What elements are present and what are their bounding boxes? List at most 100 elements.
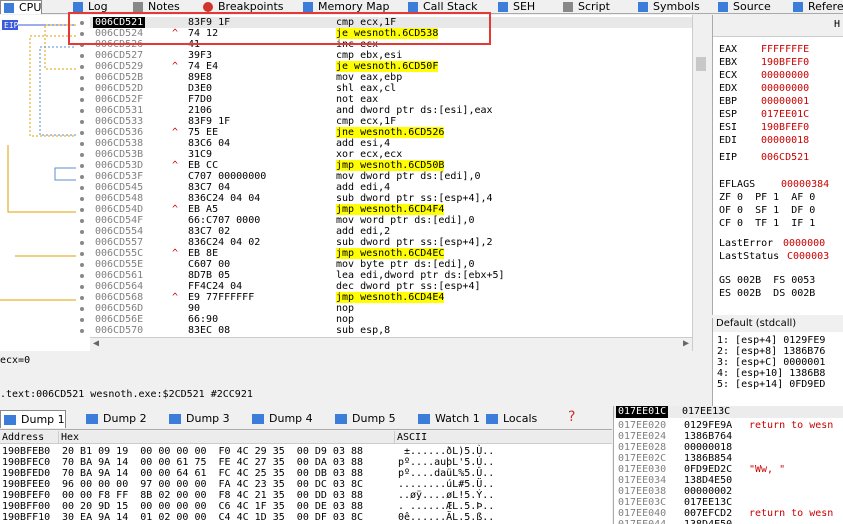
disasm-row[interactable]: 006CD56D 90 nop (90, 303, 692, 314)
tab-source[interactable]: Source (715, 0, 771, 14)
stack-value[interactable]: 00000002 (684, 486, 732, 497)
register-name[interactable]: EBX (719, 56, 737, 69)
breakpoint-dot[interactable] (80, 296, 84, 300)
register-value[interactable]: 00000018 (761, 134, 809, 147)
dump-ascii[interactable]: . ......ÆL.5.Þ.. (398, 501, 494, 512)
register-value[interactable]: 00000000 (761, 82, 809, 95)
call-argument-row[interactable]: 2: [esp+8] 1386B76 (717, 346, 825, 357)
register-value[interactable]: 006CD521 (761, 151, 809, 164)
dump-tab-dump-5[interactable]: Dump 5 (332, 410, 396, 428)
tab-symbols[interactable]: Symbols (635, 0, 700, 14)
breakpoint-dot[interactable] (80, 65, 84, 69)
register-name[interactable]: ECX (719, 69, 737, 82)
disasm-row[interactable]: 006CD545 83C7 04 add edi,4 (90, 182, 692, 193)
breakpoint-dot[interactable] (80, 142, 84, 146)
tab-cpu[interactable]: CPU (0, 0, 43, 14)
disasm-row[interactable]: 006CD564 FF4C24 04 dec dword ptr ss:[esp+4… (90, 281, 692, 292)
breakpoint-dot[interactable] (80, 241, 84, 245)
stack-value[interactable]: 007EFCD2 (684, 508, 732, 519)
breakpoint-dot[interactable] (80, 131, 84, 135)
breakpoint-dot[interactable] (80, 175, 84, 179)
dump-address[interactable]: 190BFEE0 (2, 479, 50, 490)
dump-hex-bytes[interactable]: 70 BA 9A 14 00 00 64 61 FC 4C 25 35 00 D… (62, 468, 363, 479)
register-value[interactable]: 190BFEF0 (761, 121, 809, 134)
disasm-row[interactable]: 006CD557 836C24 04 02 sub dword ptr ss:[es… (90, 237, 692, 248)
stack-value[interactable]: 0FD9ED2C (684, 464, 732, 475)
register-name[interactable]: EDX (719, 82, 737, 95)
dump-ascii[interactable]: ±......ðL)5.Ù.. (398, 446, 494, 457)
dump-address[interactable]: 190BFEF0 (2, 490, 50, 501)
register-value[interactable]: 0000000 (783, 237, 825, 250)
stack-view[interactable]: 017EE01C 017EE13C 017EE020 0129FE9A return… (613, 406, 843, 524)
stack-address[interactable]: 017EE03C (618, 497, 666, 508)
stack-address[interactable]: 017EE030 (618, 464, 666, 475)
stack-value[interactable]: 00000018 (684, 442, 732, 453)
stack-value[interactable]: 138D4E50 (684, 475, 732, 486)
breakpoint-dot[interactable] (80, 120, 84, 124)
breakpoint-dot[interactable] (80, 208, 84, 212)
disasm-row[interactable]: 006CD55E C607 00 mov byte ptr ds:[edi],0 (90, 259, 692, 270)
scroll-thumb[interactable] (696, 57, 706, 71)
stack-address[interactable]: 017EE02C (618, 453, 666, 464)
dump-ascii[interactable]: 0ê......ÄL.5.ß.. (398, 512, 494, 523)
register-name[interactable]: LastStatus (719, 250, 779, 263)
breakpoint-dot[interactable] (80, 263, 84, 267)
disasm-vertical-scrollbar[interactable] (692, 15, 709, 351)
register-name[interactable]: EDI (719, 134, 737, 147)
disasm-row[interactable]: 006CD54F 66:C707 0000 mov word ptr ds:[edi… (90, 215, 692, 226)
dump-hex-bytes[interactable]: 96 00 00 00 97 00 00 00 FA 4C 23 35 00 D… (62, 479, 363, 490)
stack-address[interactable]: 017EE020 (618, 420, 666, 431)
register-value[interactable]: 00000000 (761, 69, 809, 82)
dump-address[interactable]: 190BFF10 (2, 512, 50, 523)
segment-row[interactable]: ES 002B DS 002B (719, 287, 815, 300)
dump-ascii[interactable]: pº....auþL'5.Ú.. (398, 457, 494, 468)
segment-row[interactable]: GS 002B FS 0053 (719, 274, 815, 287)
call-convention-title[interactable]: Default (stdcall) (713, 318, 843, 332)
disasm-row[interactable]: 006CD531 2106 and dword ptr ds:[esi],eax (90, 105, 692, 116)
disasm-row[interactable]: 006CD561 8D7B 05 lea edi,dword ptr ds:[ebx… (90, 270, 692, 281)
disasm-row[interactable]: 006CD533 83F9 1F cmp ecx,1F (90, 116, 692, 127)
breakpoint-dot[interactable] (80, 98, 84, 102)
disasm-row[interactable]: 006CD529 ^ 74 E4 je wesnoth.6CD50F (90, 61, 692, 72)
scroll-left-icon[interactable]: ◀ (93, 338, 99, 349)
breakpoint-dot[interactable] (80, 329, 84, 333)
disasm-row[interactable]: 006CD56E 66:90 nop (90, 314, 692, 325)
dump-tab-dump-3[interactable]: Dump 3 (166, 410, 230, 428)
flags-row[interactable]: ZF 0 PF 1 AF 0 (719, 191, 815, 204)
stack-value[interactable]: 138D4E50 (684, 519, 732, 524)
disasm-row[interactable]: 006CD53D ^ EB CC jmp wesnoth.6CD50B (90, 160, 692, 171)
register-value[interactable]: C000003 (787, 250, 829, 263)
call-argument-row[interactable]: 5: [esp+14] 0FD9ED (717, 379, 825, 390)
breakpoint-dot[interactable] (80, 164, 84, 168)
dump-address[interactable]: 190BFEC0 (2, 457, 50, 468)
breakpoint-dot[interactable] (80, 54, 84, 58)
register-value[interactable]: FFFFFFFE (761, 43, 809, 56)
dump-tab-dump-2[interactable]: Dump 2 (83, 410, 147, 428)
register-value[interactable]: 190BFEF0 (761, 56, 809, 69)
flags-row[interactable]: CF 0 TF 1 IF 1 (719, 217, 815, 230)
disasm-row[interactable]: 006CD536 ^ 75 EE jne wesnoth.6CD526 (90, 127, 692, 138)
dump-address[interactable]: 190BFEB0 (2, 446, 50, 457)
dump-ascii[interactable]: pº....daüL%5.Û.. (398, 468, 494, 479)
registers-panel[interactable]: H EAX FFFFFFFE EBX 190BFEF0 ECX 00000000 EDX 00… (712, 15, 843, 315)
disasm-row[interactable]: 006CD554 83C7 02 add edi,2 (90, 226, 692, 237)
stack-value[interactable]: 0129FE9A (684, 420, 732, 431)
dump-hex-bytes[interactable]: 20 B1 09 19 00 00 00 00 F0 4C 29 35 00 D… (62, 446, 363, 457)
stack-value[interactable]: 1386B854 (684, 453, 732, 464)
dump-hex-bytes[interactable]: 00 00 F8 FF 8B 02 00 00 F8 4C 21 35 00 D… (62, 490, 363, 501)
tab-seh[interactable]: SEH (495, 0, 535, 14)
register-name[interactable]: LastError (719, 237, 773, 250)
disasm-row[interactable]: 006CD570 83EC 08 sub esp,8 (90, 325, 692, 336)
breakpoint-dot[interactable] (80, 307, 84, 311)
breakpoint-dot[interactable] (80, 230, 84, 234)
disasm-row[interactable]: 006CD538 83C6 04 add esi,4 (90, 138, 692, 149)
register-name[interactable]: EAX (719, 43, 737, 56)
disasm-row[interactable]: 006CD52B 89E8 mov eax,ebp (90, 72, 692, 83)
register-name[interactable]: ESI (719, 121, 737, 134)
disasm-row[interactable]: 006CD53B 31C9 xor ecx,ecx (90, 149, 692, 160)
dump-tab-locals[interactable]: Locals (483, 410, 537, 428)
breakpoint-dot[interactable] (80, 109, 84, 113)
call-argument-row[interactable]: 4: [esp+10] 1386B8 (717, 368, 825, 379)
disasm-row[interactable]: 006CD53F C707 00000000 mov dword ptr ds:[e… (90, 171, 692, 182)
hex-dump-view[interactable]: Address Hex ASCII 190BFEB0 20 B1 09 19 00… (0, 431, 612, 524)
